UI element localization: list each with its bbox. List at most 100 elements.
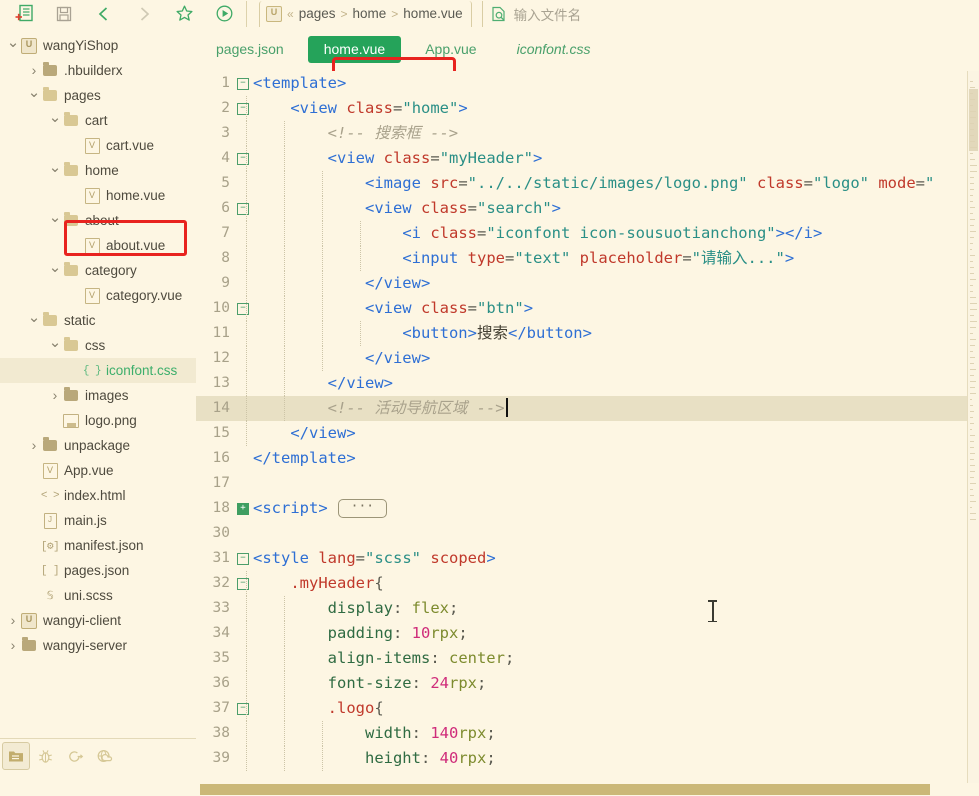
tree-item-index-html[interactable]: < > index.html [0,483,196,508]
tree-item-images[interactable]: images [0,383,196,408]
chevron-down-icon[interactable] [27,313,41,328]
chevron-down-icon[interactable] [48,163,62,178]
code-line-2[interactable]: 2− <view class="home"> [196,96,979,121]
chevron-down-icon[interactable] [27,88,41,103]
chevron-down-icon[interactable] [6,38,20,53]
code-line-30[interactable]: 30 [196,521,979,546]
tree-item-home[interactable]: home [0,158,196,183]
fold-gutter[interactable] [235,221,251,246]
fold-gutter[interactable] [235,271,251,296]
file-tree[interactable]: UwangYiShop .hbuilderx pages cart Vcart.vue h… [0,27,196,658]
file-search-box[interactable]: 输入文件名 [482,1,979,27]
tree-item-iconfont-css[interactable]: { } iconfont.css [0,358,196,383]
code-line-11[interactable]: 11 <button>搜索</button> [196,321,979,346]
code-line-4[interactable]: 4− <view class="myHeader"> [196,146,979,171]
fold-gutter[interactable] [235,421,251,446]
code-line-7[interactable]: 7 <i class="iconfont icon-sousuotianchon… [196,221,979,246]
editor-minimap-scrollbar[interactable] [967,71,979,783]
chevron-right-icon[interactable] [27,63,41,78]
code-line-13[interactable]: 13 </view> [196,371,979,396]
code-line-34[interactable]: 34 padding: 10rpx; [196,621,979,646]
fold-collapse-icon[interactable]: − [237,553,249,565]
fold-gutter[interactable]: − [235,296,251,321]
tree-item-main-js[interactable]: Jmain.js [0,508,196,533]
fold-gutter[interactable]: − [235,71,251,96]
tree-item-manifest-json[interactable]: [⚙] manifest.json [0,533,196,558]
code-line-33[interactable]: 33 display: flex; [196,596,979,621]
tree-item-uni-scss[interactable]: 𝕊uni.scss [0,583,196,608]
chevron-right-icon[interactable] [48,388,62,403]
fold-gutter[interactable] [235,396,251,421]
tree-item-cart[interactable]: cart [0,108,196,133]
fold-gutter[interactable] [235,646,251,671]
back-arrow-icon[interactable] [84,1,124,26]
fold-gutter[interactable] [235,721,251,746]
code-line-1[interactable]: 1− <template> [196,71,979,96]
code-line-38[interactable]: 38 width: 140rpx; [196,721,979,746]
code-line-36[interactable]: 36 font-size: 24rpx; [196,671,979,696]
code-line-14[interactable]: 14 <!-- 活动导航区域 --> [196,396,979,421]
tree-item--hbuilderx[interactable]: .hbuilderx [0,58,196,83]
chevron-down-icon[interactable] [48,113,62,128]
forward-arrow-icon[interactable] [124,1,164,26]
breadcrumb-segment-home[interactable]: home [353,6,387,21]
code-line-12[interactable]: 12 </view> [196,346,979,371]
fold-gutter[interactable]: − [235,546,251,571]
fold-gutter[interactable] [235,321,251,346]
code-line-8[interactable]: 8 <input type="text" placeholder="请输入...… [196,246,979,271]
editor-tab-app-vue[interactable]: App.vue [409,36,492,63]
chevron-down-icon[interactable] [48,213,62,228]
code-line-37[interactable]: 37− .logo{ [196,696,979,721]
chevron-down-icon[interactable] [48,338,62,353]
bug-icon[interactable] [30,743,60,769]
fold-gutter[interactable]: − [235,696,251,721]
tree-item-category[interactable]: category [0,258,196,283]
tree-item-static[interactable]: static [0,308,196,333]
terminal-icon[interactable] [60,743,90,769]
editor-tab-home-vue[interactable]: home.vue [308,36,401,63]
tree-item-logo-png[interactable]: logo.png [0,408,196,433]
fold-gutter[interactable] [235,471,251,496]
breadcrumb[interactable]: U « pages > home > home.vue [259,1,472,27]
editor-tab-bar[interactable]: pages.json home.vue App.vue iconfont.css [196,27,979,71]
fold-gutter[interactable]: − [235,146,251,171]
tree-item-home-vue[interactable]: Vhome.vue [0,183,196,208]
code-line-3[interactable]: 3 <!-- 搜索框 --> [196,121,979,146]
horizontal-scrollbar-thumb[interactable] [200,784,930,795]
chevron-right-icon[interactable] [6,613,20,628]
code-line-9[interactable]: 9 </view> [196,271,979,296]
code-line-35[interactable]: 35 align-items: center; [196,646,979,671]
code-line-17[interactable]: 17 [196,471,979,496]
tree-item-app-vue[interactable]: V App.vue [0,458,196,483]
explorer-icon[interactable] [2,742,30,770]
fold-gutter[interactable]: + [235,496,251,521]
tree-item-wangyi-server[interactable]: wangyi-server [0,633,196,658]
chevron-down-icon[interactable] [48,263,62,278]
code-line-16[interactable]: 16 </template> [196,446,979,471]
code-line-15[interactable]: 15 </view> [196,421,979,446]
fold-gutter[interactable] [235,446,251,471]
project-explorer-sidebar[interactable]: UwangYiShop.hbuilderxpagescartVcart.vueh… [0,27,197,738]
fold-gutter[interactable]: − [235,96,251,121]
browser-icon[interactable] [90,743,120,769]
chevron-right-icon[interactable] [6,638,20,653]
star-icon[interactable] [164,1,204,26]
breadcrumb-segment-file[interactable]: home.vue [403,6,462,21]
tree-item-unpackage[interactable]: unpackage [0,433,196,458]
fold-collapse-icon[interactable]: − [237,78,249,90]
code-line-10[interactable]: 10− <view class="btn"> [196,296,979,321]
fold-gutter[interactable] [235,521,251,546]
new-file-icon[interactable] [4,1,44,26]
tree-item-about-vue[interactable]: Vabout.vue [0,233,196,258]
editor-tab-pages-json[interactable]: pages.json [200,36,300,63]
fold-expand-icon[interactable]: + [237,503,249,515]
code-line-32[interactable]: 32− .myHeader{ [196,571,979,596]
tree-item-pages-json[interactable]: [ ] pages.json [0,558,196,583]
run-icon[interactable] [204,1,244,26]
fold-gutter[interactable] [235,346,251,371]
tree-item-css[interactable]: css [0,333,196,358]
tree-item-cart-vue[interactable]: Vcart.vue [0,133,196,158]
chevron-right-icon[interactable] [27,438,41,453]
tree-item-category-vue[interactable]: Vcategory.vue [0,283,196,308]
code-line-6[interactable]: 6− <view class="search"> [196,196,979,221]
